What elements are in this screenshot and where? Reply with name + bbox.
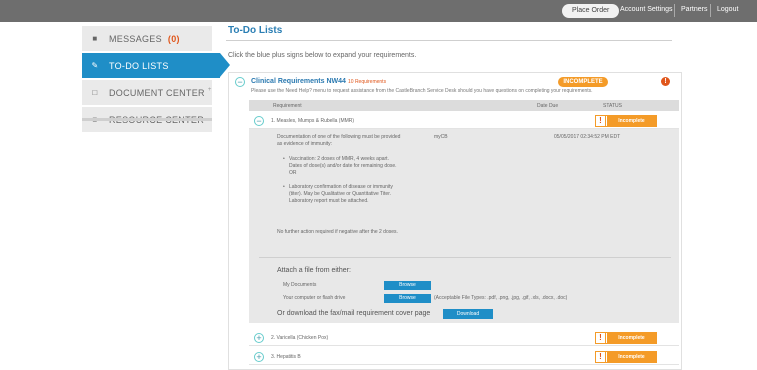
warning-icon: !: [596, 116, 606, 126]
status-label: Incomplete: [607, 352, 656, 362]
requirement-package-title[interactable]: Clinical Requirements NW44: [251, 78, 346, 85]
account-settings-link[interactable]: Account Settings: [620, 6, 673, 13]
documentation-intro: Documentation of one of the following mu…: [277, 134, 401, 147]
sidebar-item-todo-lists[interactable]: ✎ TO-DO LISTS: [82, 53, 230, 78]
top-separator: [710, 4, 711, 17]
collapse-icon[interactable]: −: [254, 116, 264, 126]
status-badge: ! Incomplete: [595, 351, 657, 363]
vaccination-option: Vaccination: 2 doses of MMR, 4 weeks apa…: [289, 156, 397, 176]
new-indicator: +: [207, 86, 212, 93]
partners-link[interactable]: Partners: [681, 6, 707, 13]
top-bar: Place Order Account Settings Partners Lo…: [0, 0, 757, 22]
envelope-icon: ■: [92, 34, 98, 43]
table-row[interactable]: − 1. Measles, Mumps & Rubella (MMR) ! In…: [249, 113, 679, 129]
status-label: Incomplete: [607, 116, 656, 126]
checklist-icon: ✎: [91, 61, 99, 70]
collapse-icon[interactable]: −: [235, 77, 245, 87]
sidebar-shadow: [82, 118, 212, 121]
column-header-date-due: Date Due: [537, 103, 559, 109]
top-separator: [674, 4, 675, 17]
title-divider: [226, 40, 672, 41]
sidebar-item-label: MESSAGES: [109, 33, 162, 44]
expand-icon[interactable]: +: [254, 333, 264, 343]
submission-source: myCB: [434, 134, 448, 140]
warning-icon: !: [596, 333, 606, 343]
note-text: No further action required if negative a…: [277, 229, 398, 235]
status-badge: ! Incomplete: [595, 332, 657, 344]
help-text: Please use the Need Help? menu to reques…: [251, 88, 593, 94]
detail-divider: [259, 257, 671, 258]
table-row[interactable]: + 2. Varicella (Chicken Pox) ! Incomplet…: [249, 330, 679, 346]
bullet-icon: •: [283, 156, 285, 162]
warning-icon: !: [596, 352, 606, 362]
browse-computer-button[interactable]: Browse: [384, 294, 431, 303]
status-badge: ! Incomplete: [595, 115, 657, 127]
instruction-text: Click the blue plus signs below to expan…: [228, 52, 417, 59]
logout-link[interactable]: Logout: [717, 6, 738, 13]
table-header: Requirement Date Due STATUS: [249, 100, 679, 111]
submission-timestamp: 05/05/2017 02:34:52 PM EDT: [554, 134, 621, 140]
sidebar-item-label: DOCUMENT CENTER: [109, 87, 205, 98]
status-label: Incomplete: [607, 333, 656, 343]
messages-count-badge: (0): [167, 33, 180, 44]
download-cover-page-text: Or download the fax/mail requirement cov…: [277, 310, 431, 317]
my-documents-label: My Documents: [283, 282, 317, 288]
requirement-name: 1. Measles, Mumps & Rubella (MMR): [271, 118, 355, 124]
requirement-detail: Documentation of one of the following mu…: [249, 129, 679, 323]
column-header-requirement: Requirement: [273, 103, 302, 109]
requirement-count: 10 Requirements: [348, 79, 387, 85]
document-icon: □: [92, 88, 98, 97]
lab-confirmation-option: Laboratory confirmation of disease or im…: [289, 184, 393, 204]
attach-file-title: Attach a file from either:: [277, 267, 351, 274]
table-row[interactable]: + 3. Hepatitis B ! Incomplete: [249, 349, 679, 365]
requirement-name: 3. Hepatitis B: [271, 354, 301, 360]
computer-label: Your computer or flash drive: [283, 295, 346, 301]
page-title: To-Do Lists: [228, 25, 283, 36]
requirements-panel: − Clinical Requirements NW44 10 Requirem…: [228, 72, 682, 370]
expand-icon[interactable]: +: [254, 352, 264, 362]
package-status-badge: INCOMPLETE: [558, 77, 608, 87]
acceptable-file-types: (Acceptable File Types: .pdf, .png, .jpg…: [434, 295, 568, 301]
alert-icon: !: [661, 77, 670, 86]
place-order-button[interactable]: Place Order: [562, 4, 620, 18]
browse-documents-button[interactable]: Browse: [384, 281, 431, 290]
requirement-name: 2. Varicella (Chicken Pox): [271, 335, 329, 341]
column-header-status: STATUS: [603, 103, 622, 109]
bullet-icon: •: [283, 184, 285, 190]
sidebar-item-messages[interactable]: ■ MESSAGES (0): [82, 26, 212, 51]
download-button[interactable]: Download: [443, 309, 493, 319]
main-content: To-Do Lists Click the blue plus signs be…: [226, 25, 757, 370]
sidebar-item-label: TO-DO LISTS: [109, 60, 169, 71]
sidebar-item-document-center[interactable]: □ DOCUMENT CENTER +: [82, 80, 212, 105]
